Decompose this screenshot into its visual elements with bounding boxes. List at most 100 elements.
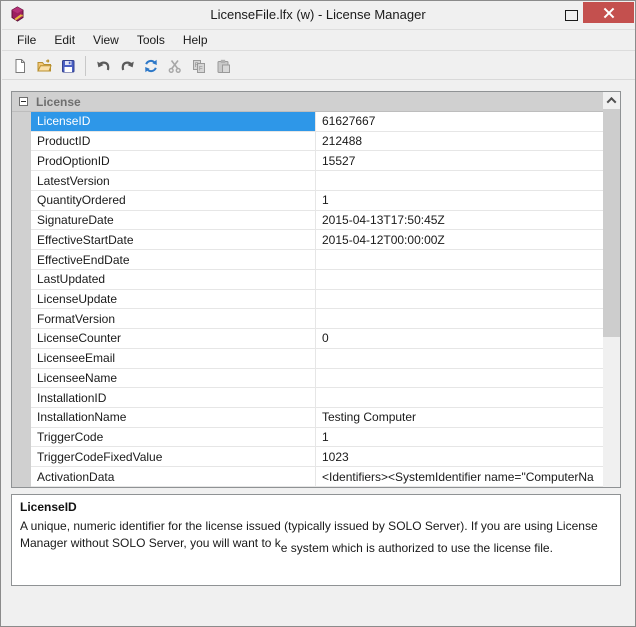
copy-icon: F F xyxy=(191,58,207,74)
new-file-button[interactable] xyxy=(9,55,31,77)
row-gutter xyxy=(12,191,31,211)
refresh-button[interactable] xyxy=(140,55,162,77)
property-value[interactable]: <Identifiers><SystemIdentifier name="Com… xyxy=(316,467,603,487)
scroll-up-button[interactable] xyxy=(603,92,620,109)
undo-button[interactable] xyxy=(92,55,114,77)
table-row[interactable]: InstallationNameTesting Computer xyxy=(12,408,603,428)
table-row[interactable]: LicenseUpdate xyxy=(12,290,603,310)
property-name[interactable]: ProdOptionID xyxy=(31,151,316,171)
table-row[interactable]: EffectiveEndDate xyxy=(12,250,603,270)
table-row[interactable]: ProdOptionID15527 xyxy=(12,151,603,171)
property-name[interactable]: EffectiveStartDate xyxy=(31,230,316,250)
property-value[interactable] xyxy=(316,250,603,270)
group-header-license[interactable]: License xyxy=(12,92,603,112)
menu-file[interactable]: File xyxy=(8,30,45,50)
property-name[interactable]: LicenseeEmail xyxy=(31,349,316,369)
toolbar-separator xyxy=(85,56,86,76)
description-panel: LicenseID A unique, numeric identifier f… xyxy=(11,494,621,586)
row-gutter xyxy=(12,408,31,428)
titlebar: LicenseFile.lfx (w) - License Manager xyxy=(1,1,635,29)
cut-button[interactable] xyxy=(164,55,186,77)
scrollbar-thumb[interactable] xyxy=(603,109,620,337)
license-manager-window: LicenseFile.lfx (w) - License Manager Fi… xyxy=(0,0,636,627)
property-name[interactable]: LastUpdated xyxy=(31,270,316,290)
table-row[interactable]: QuantityOrdered1 xyxy=(12,191,603,211)
property-name[interactable]: LicenseeName xyxy=(31,369,316,389)
property-grid: License LicenseID61627667ProductID212488… xyxy=(11,91,621,488)
menu-tools[interactable]: Tools xyxy=(128,30,174,50)
copy-button[interactable]: F F xyxy=(188,55,210,77)
property-value[interactable] xyxy=(316,388,603,408)
row-gutter xyxy=(12,369,31,389)
property-value[interactable]: 212488 xyxy=(316,132,603,152)
property-name[interactable]: ProductID xyxy=(31,132,316,152)
property-name[interactable]: InstallationName xyxy=(31,408,316,428)
property-name[interactable]: LicenseCounter xyxy=(31,329,316,349)
property-value[interactable] xyxy=(316,171,603,191)
save-file-button[interactable] xyxy=(57,55,79,77)
save-file-icon xyxy=(60,58,76,74)
vertical-scrollbar[interactable] xyxy=(603,92,620,487)
property-value[interactable]: 2015-04-12T00:00:00Z xyxy=(316,230,603,250)
table-row[interactable]: ActivationData<Identifiers><SystemIdenti… xyxy=(12,467,603,487)
menu-help[interactable]: Help xyxy=(174,30,217,50)
open-file-button[interactable] xyxy=(33,55,55,77)
table-row[interactable]: LicenseID61627667 xyxy=(12,112,603,132)
property-name[interactable]: QuantityOrdered xyxy=(31,191,316,211)
property-value[interactable]: 1 xyxy=(316,191,603,211)
property-value[interactable]: 61627667 xyxy=(316,112,603,132)
property-value[interactable]: 1 xyxy=(316,428,603,448)
menu-edit[interactable]: Edit xyxy=(45,30,84,50)
table-row[interactable]: LastUpdated xyxy=(12,270,603,290)
table-row[interactable]: TriggerCodeFixedValue1023 xyxy=(12,447,603,467)
table-row[interactable]: FormatVersion xyxy=(12,309,603,329)
property-name[interactable]: LicenseID xyxy=(31,112,316,132)
property-value[interactable]: 15527 xyxy=(316,151,603,171)
close-button[interactable] xyxy=(583,2,634,23)
collapse-expander-icon[interactable] xyxy=(19,97,28,106)
table-row[interactable]: LatestVersion xyxy=(12,171,603,191)
row-gutter xyxy=(12,447,31,467)
property-value[interactable]: 1023 xyxy=(316,447,603,467)
description-line-2: Manager without SOLO Server, you will wa… xyxy=(20,535,612,552)
property-value[interactable]: 0 xyxy=(316,329,603,349)
table-row[interactable]: LicenseCounter0 xyxy=(12,329,603,349)
property-name[interactable]: LicenseUpdate xyxy=(31,290,316,310)
svg-text:F: F xyxy=(199,66,203,72)
property-name[interactable]: LatestVersion xyxy=(31,171,316,191)
property-name[interactable]: EffectiveEndDate xyxy=(31,250,316,270)
table-row[interactable]: ProductID212488 xyxy=(12,132,603,152)
row-gutter xyxy=(12,112,31,132)
row-gutter xyxy=(12,309,31,329)
cut-icon xyxy=(167,58,183,74)
open-file-icon xyxy=(36,58,52,74)
property-name[interactable]: SignatureDate xyxy=(31,211,316,231)
property-value[interactable] xyxy=(316,349,603,369)
table-row[interactable]: SignatureDate2015-04-13T17:50:45Z xyxy=(12,211,603,231)
property-value[interactable] xyxy=(316,369,603,389)
redo-button[interactable] xyxy=(116,55,138,77)
property-value[interactable] xyxy=(316,309,603,329)
minimize-button[interactable] xyxy=(528,5,555,25)
maximize-button[interactable] xyxy=(565,10,578,21)
menu-view[interactable]: View xyxy=(84,30,128,50)
table-row[interactable]: EffectiveStartDate2015-04-12T00:00:00Z xyxy=(12,230,603,250)
property-name[interactable]: InstallationID xyxy=(31,388,316,408)
property-value[interactable] xyxy=(316,270,603,290)
property-name[interactable]: TriggerCode xyxy=(31,428,316,448)
refresh-icon xyxy=(143,58,159,74)
property-value[interactable]: 2015-04-13T17:50:45Z xyxy=(316,211,603,231)
property-name[interactable]: ActivationData xyxy=(31,467,316,487)
table-row[interactable]: InstallationID xyxy=(12,388,603,408)
property-value[interactable] xyxy=(316,290,603,310)
property-name[interactable]: FormatVersion xyxy=(31,309,316,329)
property-value[interactable]: Testing Computer xyxy=(316,408,603,428)
group-label: License xyxy=(36,95,81,109)
scrollbar-track[interactable] xyxy=(603,337,620,487)
table-row[interactable]: LicenseeName xyxy=(12,369,603,389)
table-row[interactable]: TriggerCode1 xyxy=(12,428,603,448)
property-name[interactable]: TriggerCodeFixedValue xyxy=(31,447,316,467)
table-row[interactable]: LicenseeEmail xyxy=(12,349,603,369)
row-gutter xyxy=(12,230,31,250)
paste-button[interactable] xyxy=(212,55,234,77)
